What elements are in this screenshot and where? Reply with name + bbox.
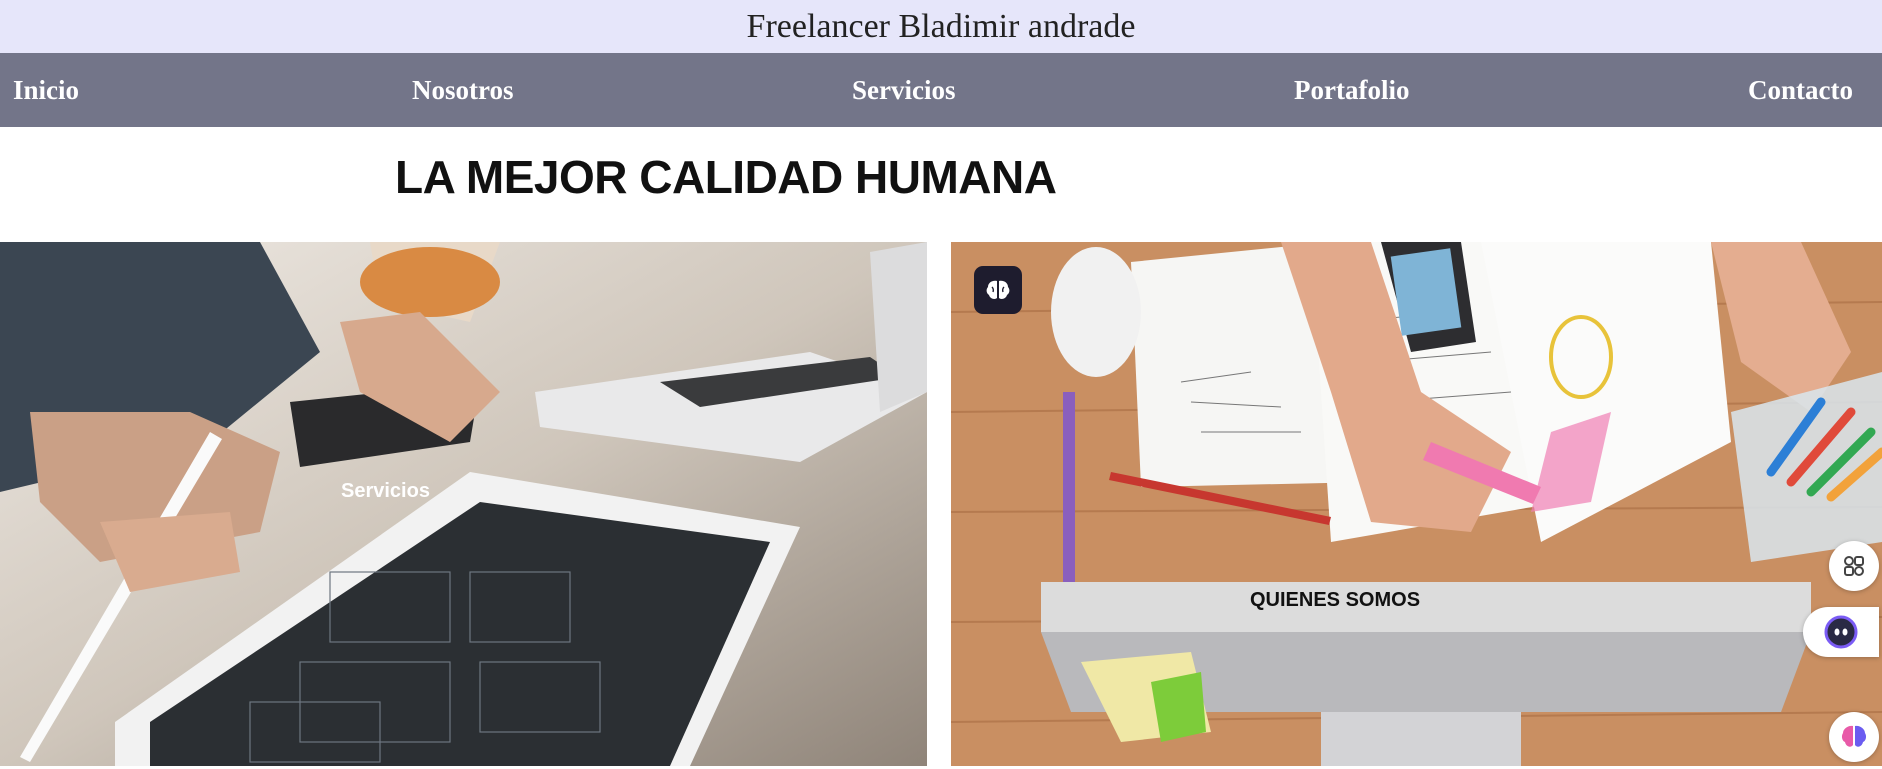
brain-badge-button[interactable]: [974, 266, 1022, 314]
nav-link-servicios[interactable]: Servicios: [852, 53, 955, 127]
assistant-chat-button[interactable]: [1803, 607, 1879, 657]
nav-link-contacto[interactable]: Contacto: [1748, 53, 1853, 127]
apps-grid-button[interactable]: [1829, 541, 1879, 591]
about-photo[interactable]: QUIENES SOMOS: [951, 242, 1882, 766]
site-title: Freelancer Bladimir andrade: [746, 7, 1136, 45]
services-photo[interactable]: Servicios: [0, 242, 927, 766]
services-card-label: Servicios: [341, 480, 430, 502]
hero-headline: LA MEJOR CALIDAD HUMANA: [395, 151, 1057, 203]
brain-colorful-button[interactable]: [1829, 712, 1879, 762]
about-card-label: QUIENES SOMOS: [1250, 589, 1421, 611]
nav-link-inicio[interactable]: Inicio: [13, 53, 79, 127]
brain-colorful-icon: [1841, 725, 1867, 747]
site-title-bar: Freelancer Bladimir andrade: [0, 0, 1882, 53]
nav-link-nosotros[interactable]: Nosotros: [412, 53, 514, 127]
services-photo-image: [0, 242, 927, 766]
nav-link-portafolio[interactable]: Portafolio: [1294, 53, 1409, 127]
main-nav: Inicio Nosotros Servicios Portafolio Con…: [0, 53, 1882, 127]
about-photo-image: [951, 242, 1882, 766]
grid-icon: [1844, 556, 1864, 576]
brain-icon: [986, 280, 1010, 299]
chat-face-icon: [1824, 615, 1858, 649]
